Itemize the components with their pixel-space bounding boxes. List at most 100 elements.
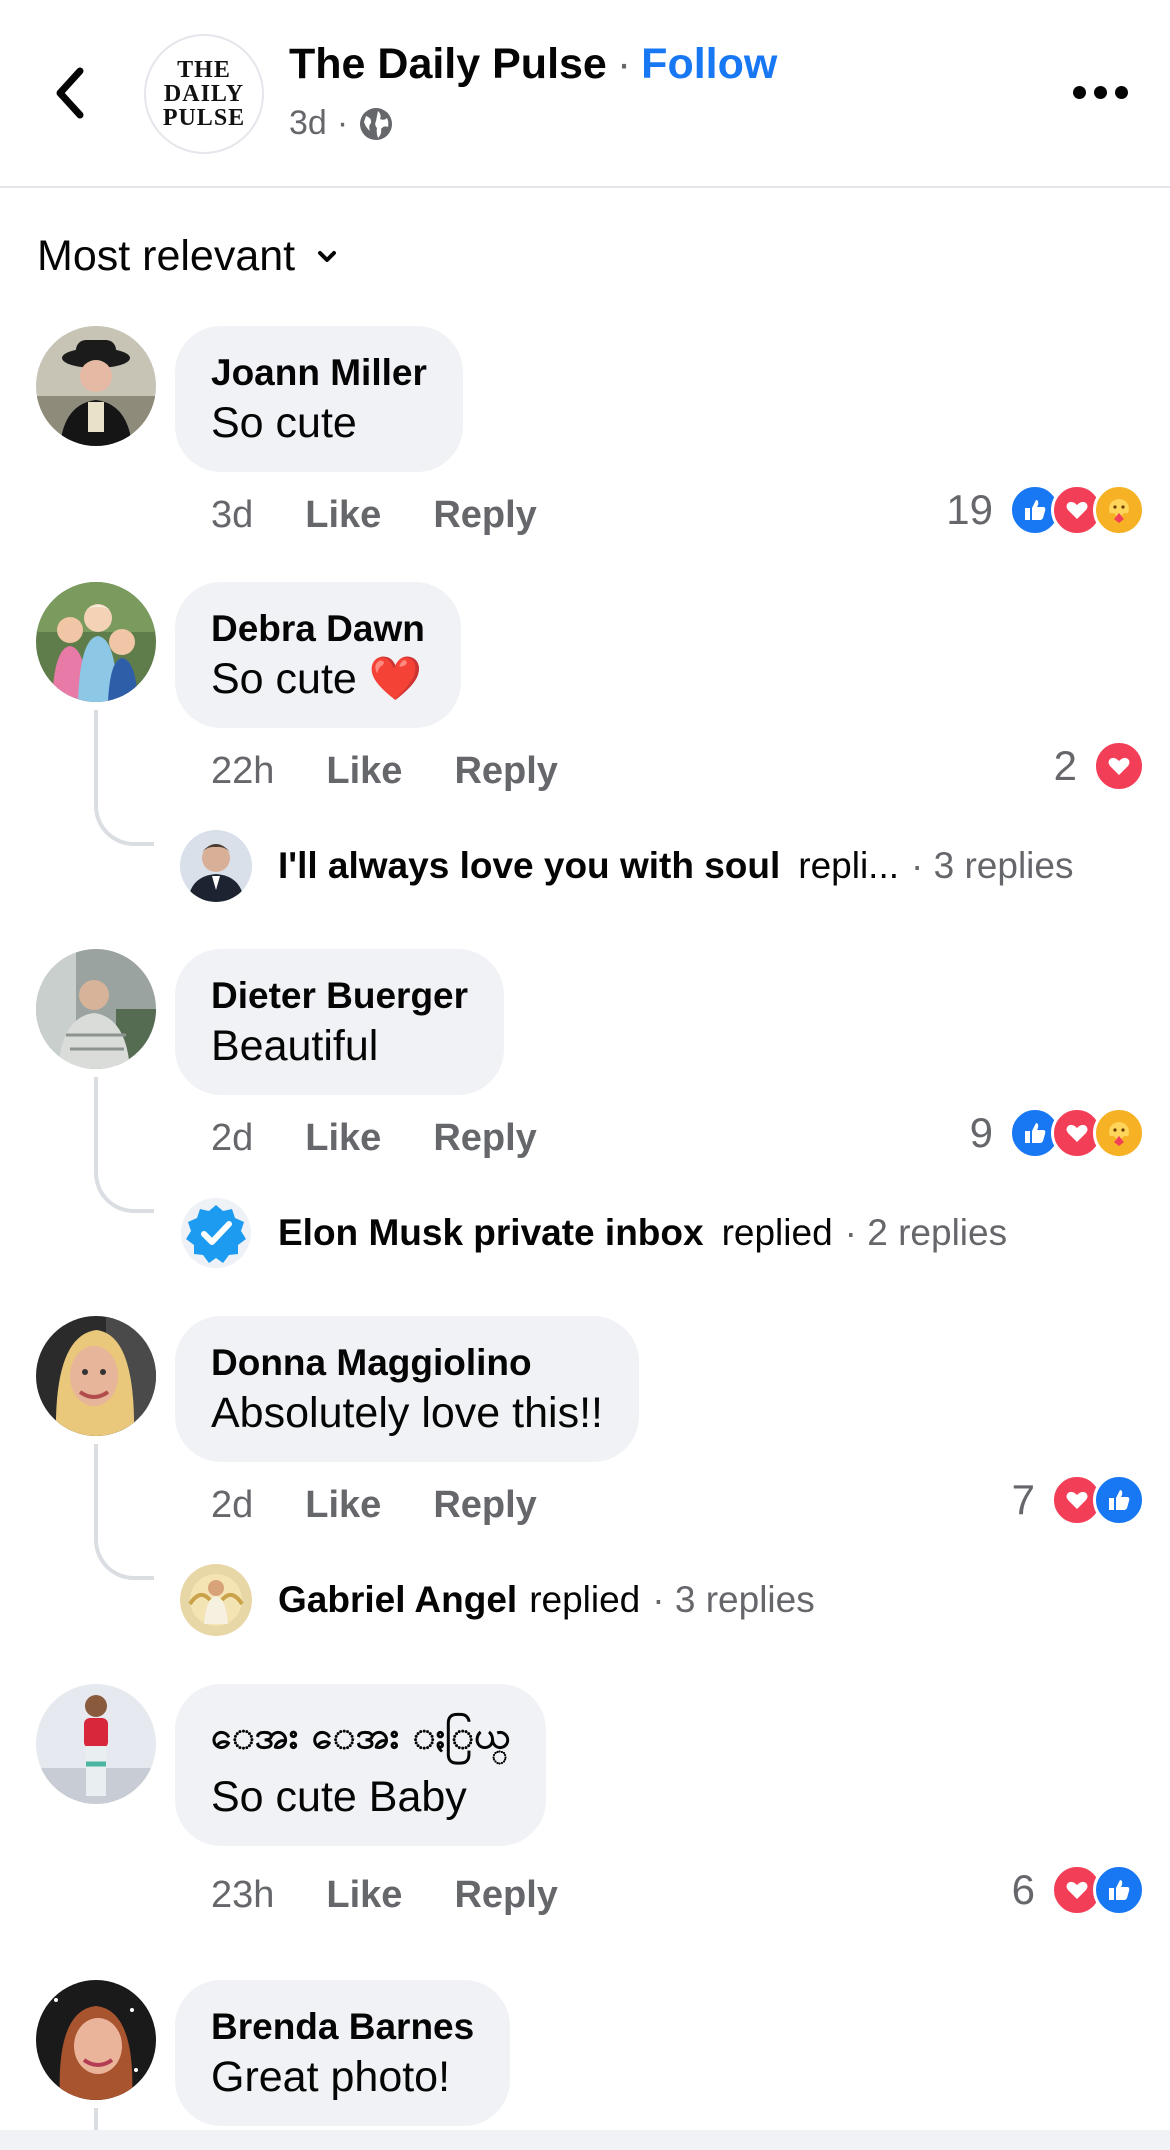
comment-bubble[interactable]: Debra Dawn So cute ❤️ <box>175 582 461 728</box>
comment-time[interactable]: 23h <box>211 1874 274 1917</box>
comment-author[interactable]: ေအး ေအး ႏြယ္ <box>211 1708 510 1764</box>
reaction-count: 9 <box>969 1109 993 1156</box>
like-button[interactable]: Like <box>305 1484 381 1527</box>
post-age[interactable]: 3d <box>289 104 327 143</box>
avatar[interactable] <box>36 1684 156 1804</box>
avatar[interactable] <box>36 1980 156 2100</box>
globe-icon <box>360 107 393 140</box>
page-name[interactable]: The Daily Pulse <box>289 40 607 88</box>
thread-connector <box>94 1077 154 1213</box>
reply-author: I'll always love you with soul <box>278 845 781 886</box>
love-icon <box>1093 740 1145 792</box>
comment-text: Beautiful <box>211 1022 379 1070</box>
comment-bubble[interactable]: Brenda Barnes Great photo! <box>175 1980 511 2126</box>
post-header: THE DAILY PULSE The Daily Pulse · Follow 3… <box>0 0 1170 188</box>
comment-actions: 22h Like Reply <box>211 750 558 793</box>
reply-count: · 3 replies <box>652 1579 815 1620</box>
comment-actions: 2d Like Reply <box>211 1117 537 1160</box>
comment-bubble[interactable]: Joann Miller So cute <box>175 326 463 472</box>
comment-author[interactable]: Brenda Barnes <box>211 2004 474 2050</box>
sort-label: Most relevant <box>37 232 296 280</box>
comment-time[interactable]: 2d <box>211 1117 253 1160</box>
reply-avatar <box>180 830 252 902</box>
comment-bubble[interactable]: Dieter Buerger Beautiful <box>175 949 505 1095</box>
view-replies[interactable]: Gabriel Angel replied · 3 replies <box>180 1564 815 1636</box>
sort-dropdown[interactable]: Most relevant <box>37 232 337 281</box>
follow-button[interactable]: Follow <box>641 40 777 88</box>
care-icon <box>1093 1107 1145 1159</box>
reaction-summary[interactable]: 9 <box>970 1107 1145 1159</box>
avatar[interactable] <box>36 326 156 446</box>
comment-time[interactable]: 22h <box>211 750 274 793</box>
view-replies[interactable]: I'll always love you with soul repli... … <box>180 830 1073 902</box>
title-separator: · <box>616 40 632 88</box>
reply-verb: replied <box>721 1212 833 1253</box>
comment-bubble[interactable]: ေအး ေအး ႏြယ္ So cute Baby <box>175 1684 547 1846</box>
reply-button[interactable]: Reply <box>454 750 557 793</box>
comment-text: Great photo! <box>211 2053 451 2101</box>
avatar[interactable] <box>36 949 156 1069</box>
like-button[interactable]: Like <box>326 750 402 793</box>
reply-count: · 2 replies <box>844 1212 1008 1253</box>
comment-actions: 3d Like Reply <box>211 494 537 537</box>
reply-avatar <box>180 1564 252 1636</box>
reaction-count: 6 <box>1011 1866 1035 1913</box>
comment-text: So cute <box>211 399 357 447</box>
reaction-summary[interactable]: 6 <box>1012 1864 1145 1916</box>
reaction-summary[interactable]: 19 <box>946 484 1145 536</box>
post-meta: 3d · <box>289 104 394 143</box>
logo-line: PULSE <box>162 105 246 131</box>
reply-author: Elon Musk private inbox <box>278 1212 704 1253</box>
like-button[interactable]: Like <box>305 494 381 537</box>
comment-actions: 23h Like Reply <box>211 1874 558 1917</box>
comment-author[interactable]: Dieter Buerger <box>211 973 468 1019</box>
reaction-summary[interactable]: 2 <box>1054 740 1145 792</box>
comment-author[interactable]: Joann Miller <box>211 350 427 396</box>
reply-avatar <box>180 1197 252 1269</box>
reply-button[interactable]: Reply <box>433 1484 536 1527</box>
chevron-down-icon <box>318 250 337 262</box>
reply-author: Gabriel Angel <box>278 1579 518 1620</box>
avatar[interactable] <box>36 1316 156 1436</box>
back-button[interactable] <box>40 58 100 128</box>
page-title-row: The Daily Pulse · Follow <box>289 40 777 89</box>
reply-verb: replied <box>529 1579 641 1620</box>
reply-button[interactable]: Reply <box>433 494 536 537</box>
comment-author[interactable]: Debra Dawn <box>211 606 425 652</box>
reaction-count: 19 <box>946 486 993 533</box>
logo-line: THE <box>177 57 231 83</box>
comment-text: So cute Baby <box>211 1773 467 1821</box>
comment-text: So cute ❤️ <box>211 655 423 703</box>
more-options-button[interactable] <box>1060 72 1140 112</box>
care-icon <box>1093 484 1145 536</box>
thread-connector <box>94 1444 154 1580</box>
comment-actions: 2d Like Reply <box>211 1484 537 1527</box>
reply-button[interactable]: Reply <box>433 1117 536 1160</box>
comment-bubble[interactable]: Donna Maggiolino Absolutely love this!! <box>175 1316 639 1462</box>
thread-connector <box>94 710 154 846</box>
reaction-summary[interactable]: 7 <box>1012 1474 1145 1526</box>
dot <box>1072 85 1086 99</box>
view-replies[interactable]: Elon Musk private inbox replied · 2 repl… <box>180 1197 1007 1269</box>
comment-author[interactable]: Donna Maggiolino <box>211 1340 603 1386</box>
comment-time[interactable]: 2d <box>211 1484 253 1527</box>
comment-text: Absolutely love this!! <box>211 1389 603 1437</box>
reply-verb: repli... <box>798 845 900 886</box>
bottom-divider <box>0 2130 1170 2150</box>
dot <box>1114 85 1128 99</box>
reaction-count: 7 <box>1011 1476 1035 1523</box>
avatar[interactable] <box>36 582 156 702</box>
meta-separator: · <box>336 104 349 142</box>
dot <box>1093 85 1107 99</box>
comment-time[interactable]: 3d <box>211 494 253 537</box>
like-button[interactable]: Like <box>305 1117 381 1160</box>
chevron-left-icon <box>56 67 84 119</box>
like-icon <box>1093 1474 1145 1526</box>
reply-button[interactable]: Reply <box>454 1874 557 1917</box>
like-icon <box>1093 1864 1145 1916</box>
reaction-count: 2 <box>1053 742 1077 789</box>
page-avatar[interactable]: THE DAILY PULSE <box>144 34 264 154</box>
like-button[interactable]: Like <box>326 1874 402 1917</box>
verified-badge-icon <box>181 1198 251 1268</box>
reply-count: · 3 replies <box>911 845 1074 886</box>
